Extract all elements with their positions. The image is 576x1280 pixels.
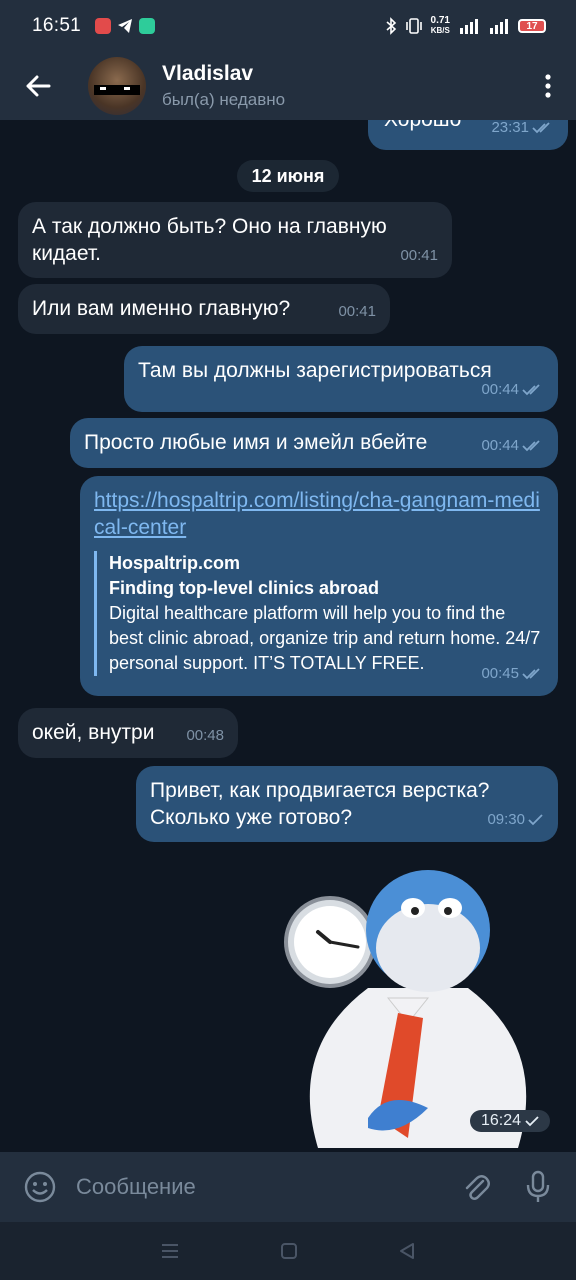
sticker-time: 16:24 (470, 1110, 550, 1132)
more-options-button[interactable] (520, 52, 576, 120)
paperclip-icon (465, 1175, 490, 1200)
vibrate-icon (405, 18, 422, 34)
recent-apps-icon[interactable] (160, 1243, 180, 1259)
status-time: 16:51 (32, 15, 82, 36)
message-time: 00:44 (481, 376, 544, 403)
message-text: Хорошо (384, 120, 461, 133)
contact-name: Vladislav (162, 62, 254, 85)
double-check-icon (522, 667, 540, 679)
message-text: Там вы должны зарегистрироваться (138, 359, 492, 382)
message-time: 00:41 (338, 303, 376, 320)
double-check-icon (522, 383, 540, 395)
time-value: 00:44 (481, 437, 519, 454)
status-right: 0.71 KB/S 17 (385, 16, 546, 36)
message-bubble[interactable]: Просто любые имя и эмейл вбейте 00:44 (70, 418, 558, 468)
preview-title: Finding top-level clinics abroad (109, 578, 380, 598)
music-app-icon (95, 18, 112, 34)
message-list[interactable]: Хорошо 23:31 12 июня А так должно быть? … (0, 120, 576, 1152)
message-bubble[interactable]: Привет, как продвигается верстка? Скольк… (136, 766, 558, 842)
double-check-icon (522, 439, 540, 451)
system-navigation-bar (0, 1222, 576, 1280)
home-icon[interactable] (280, 1242, 298, 1260)
message-time: 00:45 (481, 660, 544, 687)
notification-icons (95, 18, 156, 34)
telegram-icon (117, 18, 133, 34)
back-arrow-icon (26, 75, 51, 97)
voice-button[interactable] (518, 1167, 558, 1207)
message-time: 23:31 (491, 120, 554, 141)
message-text: Привет, как продвигается верстка? Скольк… (150, 779, 490, 829)
attach-button[interactable] (456, 1167, 496, 1207)
message-text: окей, внутри (32, 721, 155, 744)
chat-app-icon (139, 18, 156, 34)
message-bubble[interactable]: А так должно быть? Оно на главную кидает… (18, 202, 452, 278)
message-bubble[interactable]: Хорошо 23:31 (368, 120, 568, 150)
message-link[interactable]: https://hospaltrip.com/listing/cha-gangn… (94, 487, 544, 541)
message-text: Или вам именно главную? (32, 297, 291, 320)
net-speed-value: 0.71 (430, 15, 450, 26)
message-bubble[interactable]: окей, внутри 00:48 (18, 708, 238, 758)
status-bar: 16:51 0.71 KB/S 17 (0, 0, 576, 52)
bluetooth-icon (386, 17, 396, 35)
message-time: 00:48 (186, 727, 224, 744)
message-input[interactable] (76, 1174, 456, 1200)
message-composer (0, 1152, 576, 1222)
contact-info[interactable]: Vladislav был(а) недавно (162, 62, 285, 110)
date-separator: 12 июня (237, 160, 339, 192)
message-time: 00:41 (400, 247, 438, 264)
time-value: 16:24 (480, 1112, 522, 1129)
single-check-icon (528, 813, 543, 825)
message-bubble-link[interactable]: https://hospaltrip.com/listing/cha-gangn… (80, 476, 558, 696)
message-text: Просто любые имя и эмейл вбейте (84, 431, 428, 454)
single-check-icon (525, 1115, 539, 1126)
message-text: А так должно быть? Оно на главную кидает… (32, 215, 387, 265)
preview-description: Digital healthcare platform will help yo… (109, 603, 541, 673)
back-button[interactable] (0, 52, 76, 120)
more-vertical-icon (545, 74, 551, 98)
nav-back-icon[interactable] (398, 1242, 416, 1260)
network-speed: 0.71 KB/S (431, 16, 450, 36)
link-preview[interactable]: Hospaltrip.com Finding top-level clinics… (94, 551, 544, 676)
message-time: 09:30 (487, 806, 544, 833)
preview-site: Hospaltrip.com (109, 553, 241, 573)
battery-icon: 17 (518, 19, 546, 33)
sunglasses-graphic (94, 85, 140, 95)
time-value: 09:30 (487, 811, 525, 828)
clock-icon (284, 896, 376, 988)
avatar[interactable] (88, 57, 146, 115)
signal-icon-2 (490, 19, 508, 34)
time-value: 23:31 (491, 120, 529, 136)
message-time: 00:44 (481, 432, 544, 459)
emoji-button[interactable] (20, 1167, 60, 1207)
signal-icon (460, 19, 478, 34)
double-check-icon (532, 121, 550, 133)
contact-status: был(а) недавно (162, 90, 286, 109)
message-bubble[interactable]: Или вам именно главную? 00:41 (18, 284, 390, 334)
time-value: 00:44 (481, 381, 519, 398)
message-bubble[interactable]: Там вы должны зарегистрироваться 00:44 (124, 346, 558, 412)
chat-header: Vladislav был(а) недавно (0, 52, 576, 120)
time-value: 00:45 (481, 665, 519, 682)
emoji-icon (24, 1171, 56, 1203)
microphone-icon (526, 1170, 550, 1202)
sticker-image[interactable] (278, 848, 550, 1148)
net-speed-unit: KB/S (430, 26, 450, 35)
